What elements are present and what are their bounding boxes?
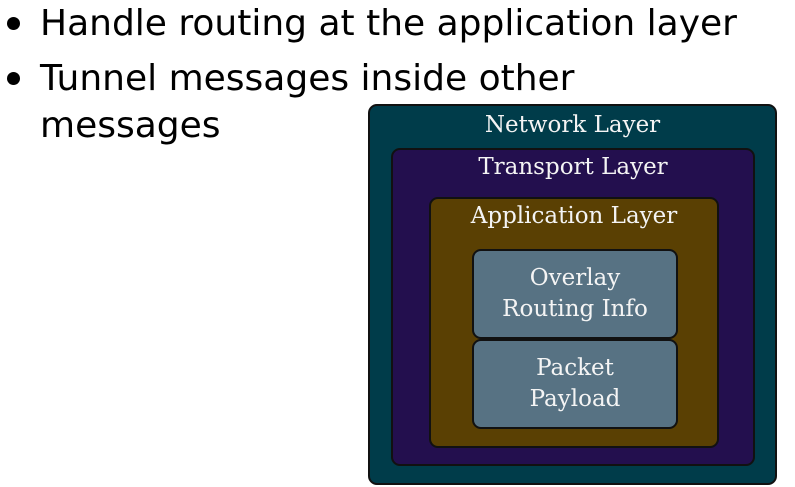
application-layer-box: Application Layer Overlay Routing Info P…	[429, 197, 719, 448]
network-layer-box: Network Layer Transport Layer Applicatio…	[368, 104, 777, 485]
bullet-text: Handle routing at the application layer	[40, 3, 737, 44]
packet-payload-box: Packet Payload	[472, 339, 678, 429]
bullet-dot-icon	[7, 72, 20, 85]
bullet-dot-icon	[7, 17, 20, 30]
overlay-routing-info-box: Overlay Routing Info	[472, 249, 678, 339]
packet-payload-label: Packet Payload	[529, 355, 621, 412]
overlay-routing-info-label: Overlay Routing Info	[502, 265, 648, 322]
transport-layer-box: Transport Layer Application Layer Overla…	[391, 148, 755, 466]
transport-layer-label: Transport Layer	[478, 154, 668, 180]
application-layer-label: Application Layer	[470, 203, 678, 229]
slide: Handle routing at the application layer …	[0, 0, 795, 487]
network-layer-label: Network Layer	[484, 112, 661, 138]
